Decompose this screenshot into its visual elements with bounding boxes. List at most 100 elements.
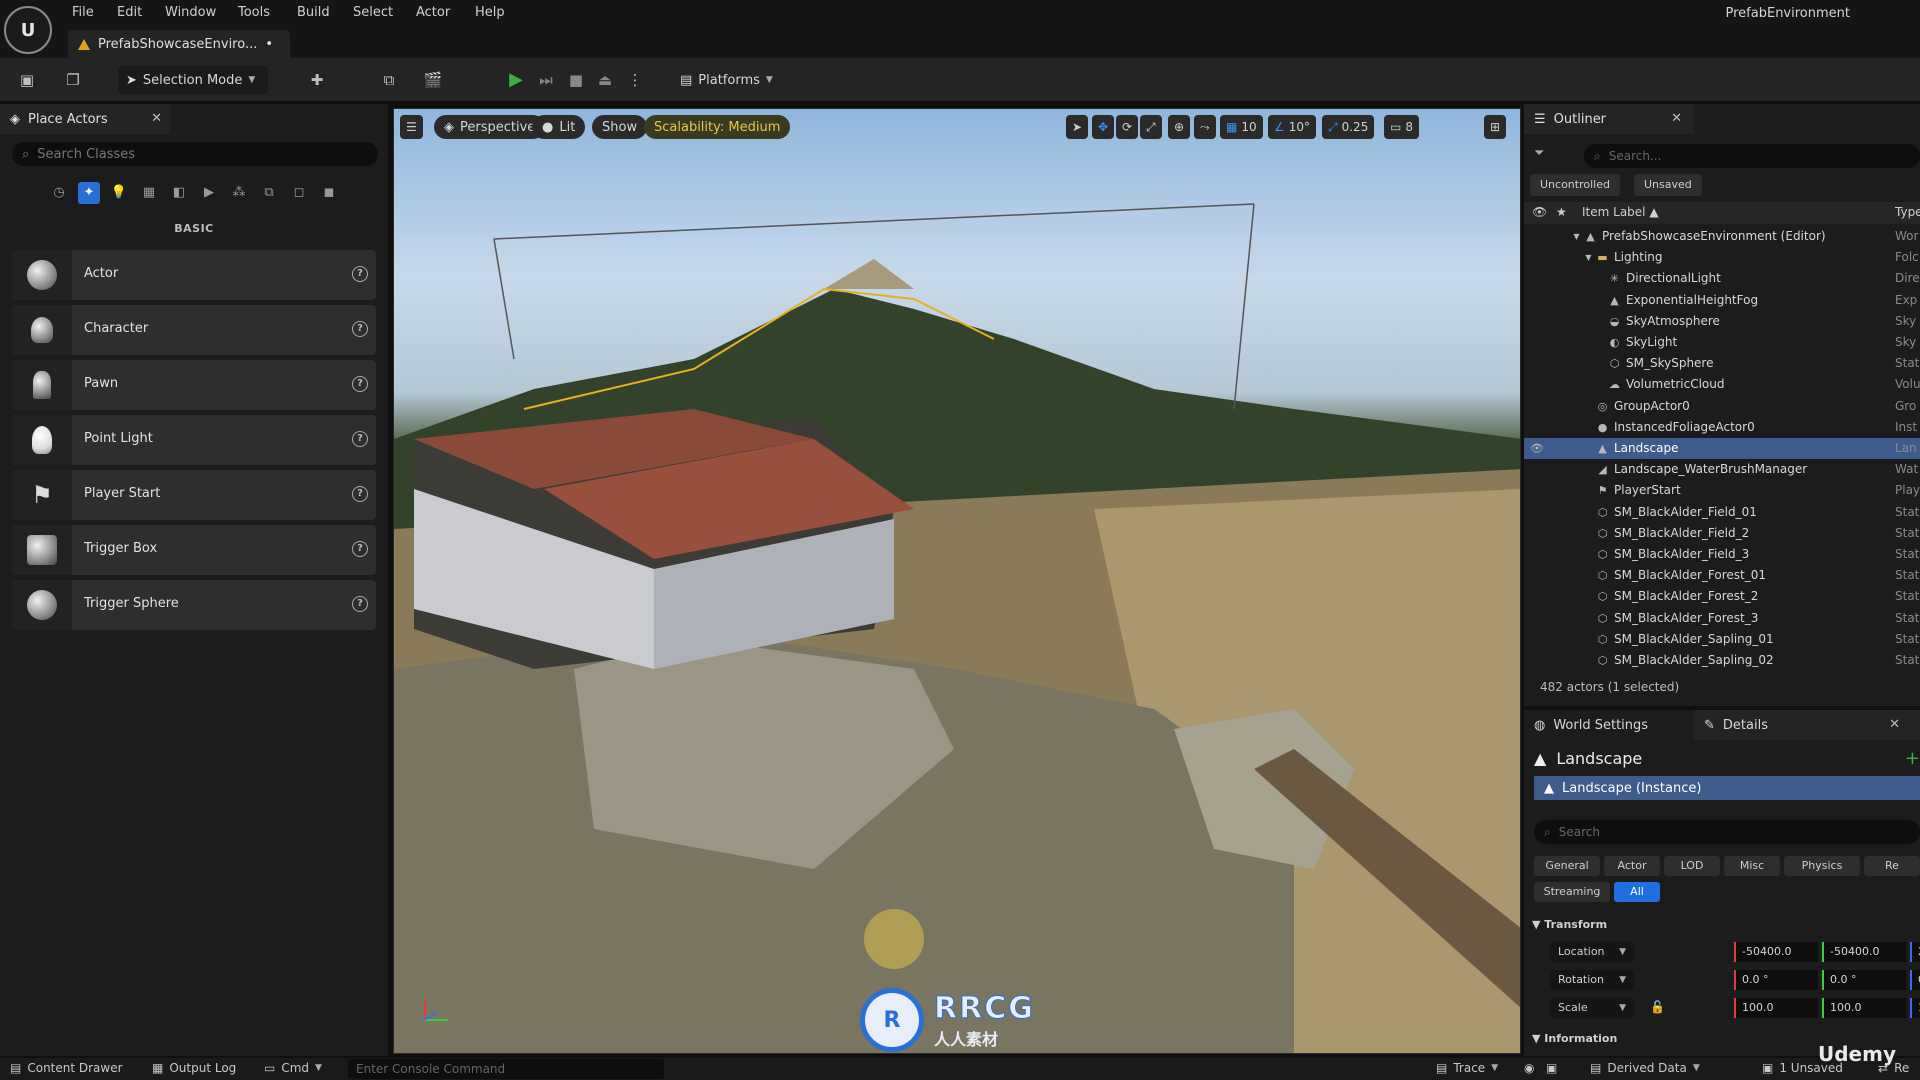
help-icon[interactable]: ?: [352, 596, 368, 612]
chevron-down-icon[interactable]: ▼: [1570, 230, 1583, 243]
lit-button[interactable]: ● Lit: [532, 115, 586, 139]
level-tab[interactable]: PrefabShowcaseEnviro... •: [68, 30, 290, 58]
details-search-input[interactable]: ⌕ Search: [1534, 820, 1920, 844]
scale-icon[interactable]: ⤢: [1140, 115, 1162, 139]
outliner-tab[interactable]: ☰ Outliner ✕: [1524, 104, 1694, 134]
filter-all[interactable]: All: [1614, 882, 1660, 902]
rotation-y-field[interactable]: 0.0 °: [1822, 970, 1906, 990]
world-local-icon[interactable]: ⊕: [1168, 115, 1191, 139]
transform-section-header[interactable]: ▼ Transform: [1532, 918, 1607, 931]
outliner-row[interactable]: ⚑ PlayerStart Play: [1524, 480, 1920, 501]
actor-item-pawn[interactable]: Pawn ?: [12, 360, 376, 410]
outliner-row[interactable]: ⬡ SM_SkySphere Stat: [1524, 353, 1920, 374]
close-icon[interactable]: ✕: [1671, 111, 1682, 126]
actor-item-point-light[interactable]: Point Light ?: [12, 415, 376, 465]
menu-file[interactable]: File: [72, 5, 94, 20]
viewport-layout-icon[interactable]: ⊞: [1484, 115, 1507, 139]
menu-window[interactable]: Window: [165, 5, 216, 20]
filter-physics[interactable]: Physics: [1784, 856, 1860, 876]
help-icon[interactable]: ?: [352, 266, 368, 282]
screenshot-icon[interactable]: ▣: [1546, 1061, 1557, 1075]
level-viewport[interactable]: ☰ ◈ Perspective ● Lit Show Scalability: …: [393, 108, 1521, 1054]
location-x-field[interactable]: -50400.0: [1734, 942, 1818, 962]
outliner-row[interactable]: ● InstancedFoliageActor0 Inst: [1524, 417, 1920, 438]
trace-dropdown[interactable]: ▤ Trace ▼: [1436, 1061, 1498, 1075]
rotation-dropdown[interactable]: Rotation ▼: [1550, 970, 1634, 990]
item-label-column[interactable]: Item Label ▲: [1582, 205, 1659, 219]
world-settings-tab[interactable]: ◍ World Settings: [1524, 710, 1694, 740]
scale-snap-button[interactable]: ⤢ 0.25: [1322, 115, 1375, 139]
record-icon[interactable]: ◉: [1524, 1061, 1534, 1075]
help-icon[interactable]: ?: [352, 376, 368, 392]
basic-icon[interactable]: ✦: [78, 182, 100, 204]
information-section-header[interactable]: ▼ Information: [1532, 1032, 1617, 1045]
all-classes-icon[interactable]: ⧉: [258, 182, 280, 204]
menu-tools[interactable]: Tools: [238, 5, 270, 20]
unsaved-filter[interactable]: Unsaved: [1634, 174, 1702, 196]
volumes-icon[interactable]: ⁂: [228, 182, 250, 204]
content-drawer-button[interactable]: ▤ Content Drawer: [10, 1061, 123, 1075]
details-tab[interactable]: ✎ Details ✕: [1694, 710, 1920, 740]
rotation-z-field[interactable]: 0.: [1910, 970, 1920, 990]
filter-misc[interactable]: Misc: [1724, 856, 1780, 876]
lock-icon[interactable]: 🔓: [1650, 1000, 1665, 1014]
chevron-down-icon[interactable]: ▼: [1582, 251, 1595, 264]
menu-select[interactable]: Select: [353, 5, 393, 20]
visual-effects-icon[interactable]: ◧: [168, 182, 190, 204]
uncontrolled-filter[interactable]: Uncontrolled: [1530, 174, 1620, 196]
selection-mode-dropdown[interactable]: ➤ Selection Mode ▼: [118, 66, 268, 94]
visibility-icon[interactable]: 👁: [1530, 442, 1544, 455]
menu-actor[interactable]: Actor: [416, 5, 450, 20]
camera-speed-button[interactable]: ▭ 8: [1384, 115, 1419, 139]
cinematics-icon[interactable]: 🎬: [422, 70, 444, 90]
close-icon[interactable]: ✕: [151, 111, 162, 126]
filter-actor[interactable]: Actor: [1604, 856, 1660, 876]
menu-build[interactable]: Build: [297, 5, 330, 20]
eject-icon[interactable]: ⏏: [594, 70, 616, 90]
outliner-row[interactable]: ⬡ SM_BlackAlder_Field_3 Stat: [1524, 544, 1920, 565]
actor-item-trigger-sphere[interactable]: Trigger Sphere ?: [12, 580, 376, 630]
filter-icon[interactable]: ⏷: [1534, 146, 1544, 161]
stop-icon[interactable]: ■: [565, 70, 587, 90]
location-z-field[interactable]: 25: [1910, 942, 1920, 962]
location-dropdown[interactable]: Location ▼: [1550, 942, 1634, 962]
help-icon[interactable]: ?: [352, 486, 368, 502]
cinematic-icon[interactable]: ▦: [138, 182, 160, 204]
menu-edit[interactable]: Edit: [117, 5, 142, 20]
filter-general[interactable]: General: [1534, 856, 1600, 876]
menu-help[interactable]: Help: [475, 5, 505, 20]
grid-snap-button[interactable]: ▦ 10: [1220, 115, 1263, 139]
select-mode-icon[interactable]: ➤: [1066, 115, 1089, 139]
shapes-icon[interactable]: ◻: [288, 182, 310, 204]
lights-icon[interactable]: 💡: [108, 182, 130, 204]
scale-dropdown[interactable]: Scale ▼: [1550, 998, 1634, 1018]
step-icon[interactable]: ⏭: [535, 70, 557, 90]
outliner-row[interactable]: ⬡ SM_BlackAlder_Forest_01 Stat: [1524, 565, 1920, 586]
play-icon[interactable]: ▶: [505, 70, 527, 90]
filter-lod[interactable]: LOD: [1664, 856, 1720, 876]
scalability-badge[interactable]: Scalability: Medium: [644, 115, 791, 139]
location-y-field[interactable]: -50400.0: [1822, 942, 1906, 962]
derived-data-dropdown[interactable]: ▤ Derived Data ▼: [1590, 1061, 1700, 1075]
rotate-icon[interactable]: ⟳: [1116, 115, 1139, 139]
help-icon[interactable]: ?: [352, 321, 368, 337]
outliner-row[interactable]: ◒ SkyAtmosphere Sky: [1524, 311, 1920, 332]
outliner-row[interactable]: ⬡ SM_BlackAlder_Field_2 Stat: [1524, 523, 1920, 544]
actor-item-trigger-box[interactable]: Trigger Box ?: [12, 525, 376, 575]
actor-item-player-start[interactable]: ⚑ Player Start ?: [12, 470, 376, 520]
scale-x-field[interactable]: 100.0: [1734, 998, 1818, 1018]
geometry-icon[interactable]: ▶: [198, 182, 220, 204]
help-icon[interactable]: ?: [352, 431, 368, 447]
rotation-snap-button[interactable]: ∠ 10°: [1268, 115, 1317, 139]
type-column[interactable]: Type: [1895, 205, 1920, 219]
outliner-row[interactable]: 👁 ▲ Landscape Lan: [1524, 438, 1920, 459]
outliner-row[interactable]: ⬡ SM_BlackAlder_Field_01 Stat: [1524, 502, 1920, 523]
outliner-row[interactable]: ▲ ExponentialHeightFog Exp: [1524, 290, 1920, 311]
save-icon[interactable]: ▣: [16, 70, 38, 90]
outliner-row[interactable]: ▼ ▲ PrefabShowcaseEnvironment (Editor) Wor: [1524, 226, 1920, 247]
outliner-row[interactable]: ◐ SkyLight Sky: [1524, 332, 1920, 353]
filter-rendering[interactable]: Re: [1864, 856, 1920, 876]
outliner-row[interactable]: ▼ ▬ Lighting Folc: [1524, 247, 1920, 268]
outliner-row[interactable]: ⬡ SM_BlackAlder_Forest_2 Stat: [1524, 586, 1920, 607]
rotation-x-field[interactable]: 0.0 °: [1734, 970, 1818, 990]
